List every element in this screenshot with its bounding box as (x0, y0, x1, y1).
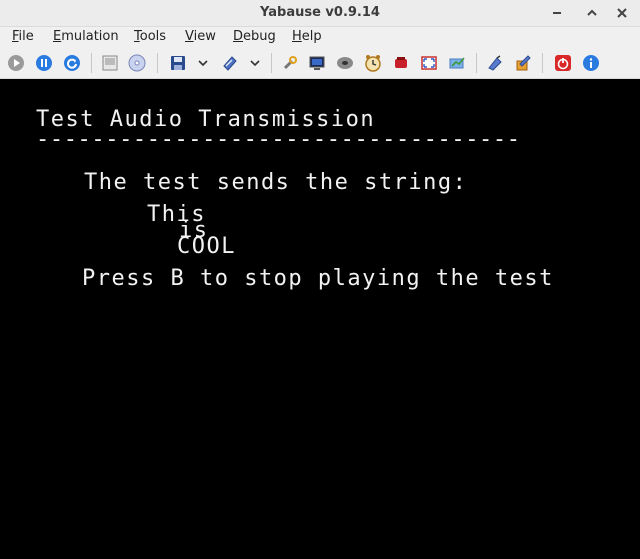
reset-icon[interactable] (61, 52, 83, 74)
screenshot-icon[interactable] (99, 52, 121, 74)
screen-line-intro: The test sends the string: (84, 170, 468, 195)
load-state-dropdown-icon[interactable] (244, 52, 266, 74)
toolbar-separator (271, 53, 272, 73)
window-title: Yabause v0.9.14 (260, 5, 380, 20)
toolbar-separator (157, 53, 158, 73)
backup-ram-icon[interactable] (306, 52, 328, 74)
menu-help[interactable]: Help (292, 29, 322, 44)
menu-bar: File Emulation Tools View Debug Help (0, 27, 640, 47)
menu-file[interactable]: File (12, 29, 34, 44)
menu-tools[interactable]: Tools (134, 29, 166, 44)
quit-icon[interactable] (552, 52, 574, 74)
minimize-icon[interactable] (547, 3, 567, 23)
debugger-icon[interactable] (484, 52, 506, 74)
pause-icon[interactable] (33, 52, 55, 74)
memory-icon[interactable] (390, 52, 412, 74)
close-icon[interactable] (612, 3, 632, 23)
maximize-icon[interactable] (582, 3, 602, 23)
fullscreen-icon[interactable] (418, 52, 440, 74)
play-icon[interactable] (5, 52, 27, 74)
screen-divider: ----------------------------------- (36, 127, 521, 152)
load-state-icon[interactable] (219, 52, 241, 74)
about-icon[interactable] (580, 52, 602, 74)
save-state-dropdown-icon[interactable] (192, 52, 214, 74)
emulator-screen[interactable]: Test Audio Transmission ----------------… (0, 79, 640, 559)
title-bar: Yabause v0.9.14 (0, 0, 640, 27)
framerate-icon[interactable] (446, 52, 468, 74)
menu-debug[interactable]: Debug (233, 29, 276, 44)
screen-line-instruction: Press B to stop playing the test (82, 266, 554, 291)
memory-editor-icon[interactable] (512, 52, 534, 74)
screen-word-cool: COOL (177, 234, 236, 259)
cd-drive-icon[interactable] (334, 52, 356, 74)
save-state-icon[interactable] (167, 52, 189, 74)
toolbar-separator (91, 53, 92, 73)
open-cd-icon[interactable] (126, 52, 148, 74)
menu-emulation[interactable]: Emulation (53, 29, 119, 44)
menu-view[interactable]: View (185, 29, 216, 44)
toolbar-separator (476, 53, 477, 73)
toolbar (0, 47, 640, 79)
settings-icon[interactable] (279, 52, 301, 74)
clock-icon[interactable] (362, 52, 384, 74)
toolbar-separator (542, 53, 543, 73)
